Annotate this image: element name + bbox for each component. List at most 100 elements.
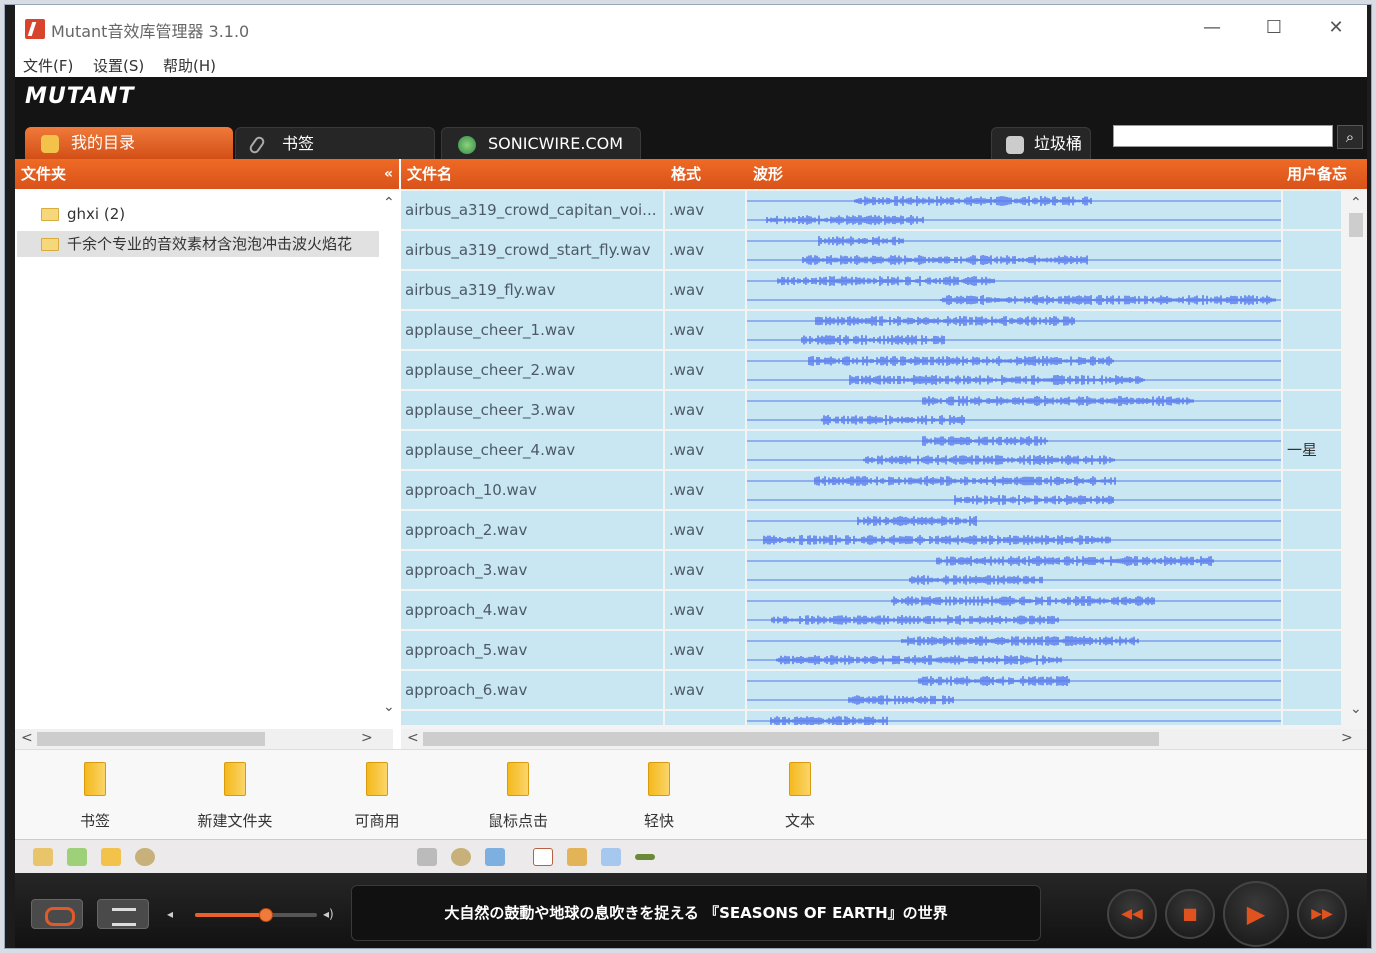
scroll-down-icon[interactable]: ⌄ — [1350, 701, 1362, 717]
table-row[interactable]: approach_3.wav .wav — [401, 551, 1341, 589]
user-memo — [1283, 271, 1341, 309]
now-playing-display: 大自然の鼓動や地球の息吹きを捉える 『SEASONS OF EARTH』の世界 — [351, 885, 1041, 941]
bookmark-item[interactable]: 书签 — [45, 762, 145, 831]
table-row[interactable]: approach_4.wav .wav — [401, 591, 1341, 629]
table-row[interactable]: applause_cheer_4.wav .wav 一星 — [401, 431, 1341, 469]
folder-hscroll[interactable]: < > — [15, 729, 393, 749]
gear-icon[interactable] — [451, 848, 471, 866]
col-waveform[interactable]: 波形 — [753, 159, 783, 189]
waveform — [747, 271, 1281, 309]
scroll-left-icon[interactable]: < — [407, 730, 419, 746]
list-vscroll[interactable]: ⌃ ⌄ — [1345, 191, 1367, 725]
user-memo — [1283, 591, 1341, 629]
folder-icon[interactable] — [101, 848, 121, 866]
document-icon[interactable] — [485, 848, 505, 866]
table-row[interactable]: approach_6.wav .wav — [401, 671, 1341, 709]
file-name: approach_5.wav — [401, 631, 663, 669]
scroll-up-icon[interactable]: ⌃ — [1350, 195, 1362, 211]
search-input[interactable] — [1113, 125, 1333, 147]
file-format: .wav — [665, 671, 745, 709]
paperclip-icon[interactable] — [417, 848, 437, 866]
stop-button[interactable]: ■ — [1165, 889, 1215, 939]
scroll-thumb[interactable] — [423, 732, 1159, 746]
rewind-button[interactable]: ◀◀ — [1107, 889, 1157, 939]
trash-button[interactable]: 垃圾桶 — [991, 127, 1091, 159]
user-memo — [1283, 551, 1341, 589]
globe-icon — [458, 136, 476, 154]
table-row[interactable]: airbus_a319_fly.wav .wav — [401, 271, 1341, 309]
maximize-button[interactable]: ☐ — [1259, 15, 1289, 41]
play-button[interactable]: ▶ — [1223, 881, 1289, 947]
menu-file[interactable]: 文件(F) — [23, 55, 73, 76]
table-row[interactable]: airbus_a319_crowd_capitan_voi... .wav — [401, 191, 1341, 229]
table-row[interactable]: applause_cheer_3.wav .wav — [401, 391, 1341, 429]
user-memo — [1283, 351, 1341, 389]
scroll-thumb[interactable] — [1349, 213, 1363, 237]
bookmark-item[interactable]: 轻快 — [609, 762, 709, 831]
table-row[interactable]: applause_cheer_1.wav .wav — [401, 311, 1341, 349]
waveform-graphic — [747, 476, 1281, 505]
file-name: approach_4.wav — [401, 591, 663, 629]
bookmark-label: 新建文件夹 — [197, 812, 273, 830]
waveform — [747, 511, 1281, 549]
collapse-button[interactable]: « — [384, 159, 393, 189]
scroll-right-icon[interactable]: > — [361, 730, 373, 746]
bookmark-item[interactable]: 鼠标点击 — [468, 762, 568, 831]
scroll-up-icon[interactable]: ⌃ — [383, 195, 395, 211]
menu-settings[interactable]: 设置(S) — [93, 55, 144, 76]
scroll-thumb[interactable] — [37, 732, 265, 746]
col-name[interactable]: 文件名 — [407, 159, 452, 189]
tab-sonicwire[interactable]: SONICWIRE.COM — [441, 127, 641, 159]
menu-help[interactable]: 帮助(H) — [163, 55, 216, 76]
new-folder-icon[interactable] — [67, 848, 87, 866]
list-icon[interactable] — [601, 848, 621, 866]
player-bar: ◂ ◂) 大自然の鼓動や地球の息吹きを捉える 『SEASONS OF EARTH… — [15, 873, 1367, 948]
table-icon[interactable] — [533, 848, 553, 866]
table-row[interactable]: airbus_a319_crowd_start_fly.wav .wav — [401, 231, 1341, 269]
waveform — [747, 631, 1281, 669]
trash-label: 垃圾桶 — [1034, 134, 1083, 153]
close-button[interactable]: ✕ — [1321, 15, 1351, 41]
table-row[interactable]: approach_2.wav .wav — [401, 511, 1341, 549]
folder-panel: 文件夹 « ghxi (2) 千余个专业的音效素材含泡泡冲击波火焰花 ⌃ ⌄ <… — [15, 159, 399, 749]
waveform-graphic — [747, 316, 1281, 345]
table-row[interactable] — [401, 711, 1341, 725]
bookmark-item[interactable]: 文本 — [750, 762, 850, 831]
folder-vscroll[interactable]: ⌃ ⌄ — [381, 191, 395, 721]
bookmark-item[interactable]: 可商用 — [327, 762, 427, 831]
user-memo — [1283, 671, 1341, 709]
volume-slider[interactable] — [195, 908, 317, 922]
table-row[interactable]: approach_5.wav .wav — [401, 631, 1341, 669]
waveform — [747, 311, 1281, 349]
folder-item-ghxi[interactable]: ghxi (2) — [41, 201, 381, 227]
playlist-button[interactable] — [97, 899, 149, 929]
table-row[interactable]: approach_10.wav .wav — [401, 471, 1341, 509]
minimize-button[interactable]: — — [1197, 15, 1227, 41]
edit-icon[interactable] — [567, 848, 587, 866]
file-format: .wav — [665, 271, 745, 309]
scroll-left-icon[interactable]: < — [21, 730, 33, 746]
play-icon: ▶ — [1246, 900, 1266, 928]
gear-icon[interactable] — [135, 848, 155, 866]
volume-knob[interactable] — [258, 908, 273, 922]
add-catalog-icon[interactable] — [33, 848, 53, 866]
user-memo — [1283, 231, 1341, 269]
fast-forward-button[interactable]: ▶▶ — [1297, 889, 1347, 939]
search-button[interactable]: ⌕ — [1337, 125, 1363, 149]
col-format[interactable]: 格式 — [671, 159, 701, 189]
tab-bookmarks[interactable]: 书签 — [235, 127, 435, 159]
col-memo[interactable]: 用户备忘 — [1287, 159, 1347, 189]
file-format: .wav — [665, 311, 745, 349]
list-hscroll[interactable]: < > — [401, 729, 1367, 749]
file-name: approach_6.wav — [401, 671, 663, 709]
bookmark-item[interactable]: 新建文件夹 — [185, 762, 285, 831]
table-row[interactable]: applause_cheer_2.wav .wav — [401, 351, 1341, 389]
file-name: airbus_a319_crowd_start_fly.wav — [401, 231, 663, 269]
repeat-button[interactable] — [31, 899, 83, 929]
folder-item-sfx[interactable]: 千余个专业的音效素材含泡泡冲击波火焰花 — [17, 231, 379, 257]
user-memo — [1283, 631, 1341, 669]
scroll-down-icon[interactable]: ⌄ — [383, 699, 395, 715]
tab-my-catalog[interactable]: 我的目录 — [25, 127, 233, 159]
scroll-right-icon[interactable]: > — [1341, 730, 1353, 746]
waveform-icon[interactable] — [635, 854, 655, 860]
